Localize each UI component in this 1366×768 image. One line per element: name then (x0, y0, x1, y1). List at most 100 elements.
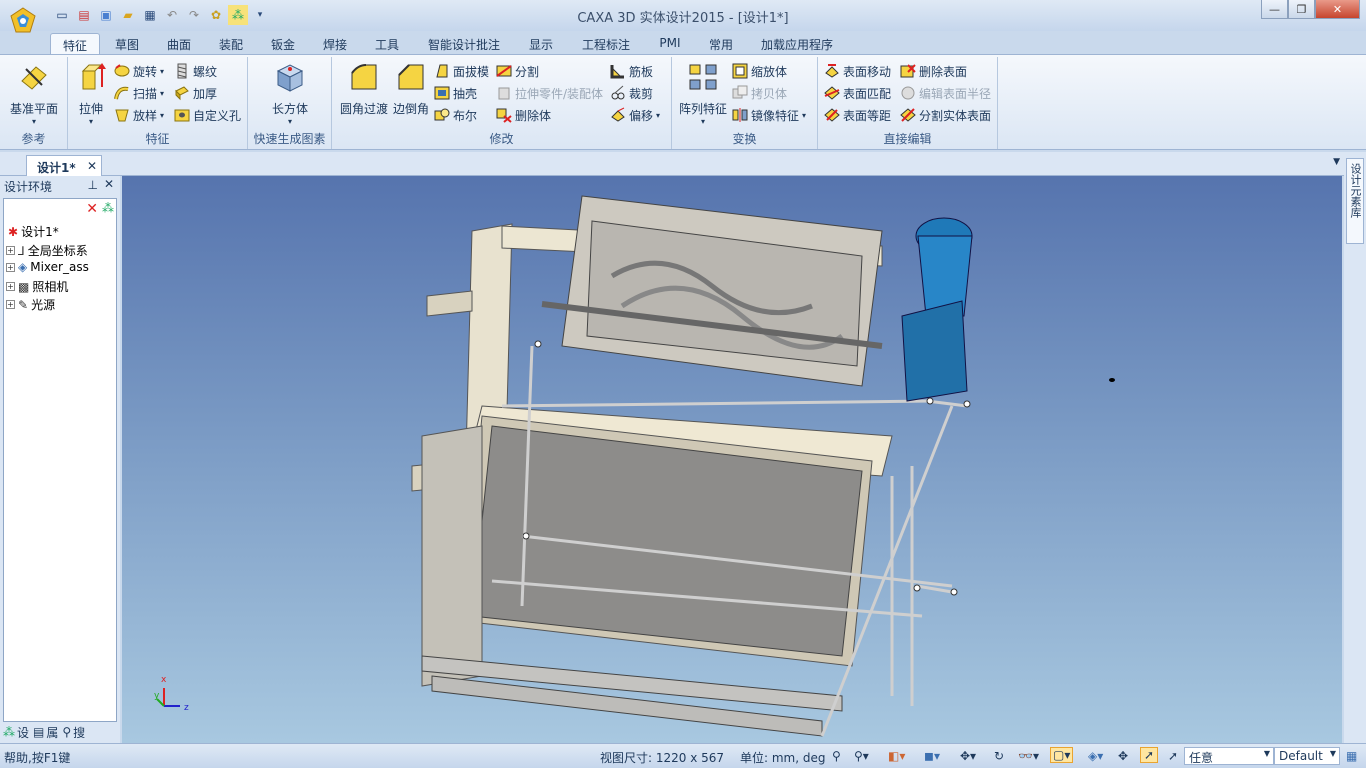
display-style-icon[interactable]: ▢▾ (1050, 747, 1074, 763)
rib-button[interactable]: 筋板 (610, 61, 653, 81)
extrude-button[interactable]: 拉伸 ▾ (72, 61, 110, 126)
tab-surface[interactable]: 曲面 (158, 33, 200, 55)
close-button[interactable]: ✕ (1315, 0, 1360, 19)
expand-icon[interactable]: + (6, 300, 15, 309)
revolve-button[interactable]: 旋转 ▾ (114, 61, 164, 81)
tree-node-camera[interactable]: + ▩ 照相机 (6, 278, 68, 295)
tree-node-mixer-ass[interactable]: + ◈ Mixer_ass (6, 260, 89, 274)
window-title: CAXA 3D 实体设计2015 - [设计1*] (577, 11, 789, 26)
box-button[interactable]: 长方体 ▾ (262, 61, 318, 126)
expand-icon[interactable]: + (6, 246, 15, 255)
tab-engineering-annotation[interactable]: 工程标注 (574, 33, 638, 55)
panel-tab-properties[interactable]: ▤ 属 (33, 723, 58, 741)
draft-face-button[interactable]: 面拔模 (434, 61, 489, 81)
extrude-part-assembly-button[interactable]: 拉伸零件/装配体 (496, 83, 603, 103)
panel-tab-search[interactable]: ⚲ 搜 (62, 723, 85, 741)
view-size-text: 视图尺寸: 1220 x 567 (600, 751, 725, 765)
tab-tools[interactable]: 工具 (366, 33, 408, 55)
face-move-button[interactable]: 表面移动 (824, 61, 891, 81)
group-modify: 圆角过渡 边倒角 面拔模 抽壳 布尔 分割 拉伸零件/装配体 删除体 筋板 裁剪… (332, 57, 672, 149)
render-style-select[interactable]: Default ▼ (1274, 747, 1340, 765)
close-tab-icon[interactable]: ✕ (87, 159, 97, 173)
orbit-icon[interactable]: ✥▾ (960, 749, 976, 763)
panel-close-icon[interactable]: ✕ (104, 177, 114, 191)
tree-node-global-coords[interactable]: + ⅃ 全局坐标系 (6, 242, 88, 259)
layers-icon[interactable]: ◈▾ (1088, 749, 1103, 763)
tab-common[interactable]: 常用 (700, 33, 742, 55)
ribbon: 基准平面 ▾ 参考 拉伸 ▾ 旋转 ▾ 扫描 ▾ 放样 ▾ 螺纹 加厚 自定义孔 特征… (0, 54, 1366, 150)
tree-node-design1[interactable]: ✱ 设计1* (8, 223, 59, 240)
network-icon[interactable]: ▦ (1346, 749, 1357, 763)
shell-button[interactable]: 抽壳 (434, 83, 477, 103)
tab-pmi[interactable]: PMI (652, 33, 688, 55)
delete-body-button[interactable]: 删除体 (496, 105, 551, 125)
mixer-assembly-model[interactable]: x y z (122, 176, 1342, 743)
look-icon[interactable]: 👓▾ (1018, 749, 1039, 763)
group-quick-label: 快速生成图素 (253, 132, 326, 146)
tab-smart-annotation[interactable]: 智能设计批注 (420, 33, 508, 55)
tab-assembly[interactable]: 装配 (210, 33, 252, 55)
sweep-button[interactable]: 扫描 ▾ (114, 83, 164, 103)
face-offset-button[interactable]: 表面等距 (824, 105, 891, 125)
rib-icon (610, 65, 624, 79)
selection-filter-select[interactable]: 任意 ▼ (1184, 747, 1274, 765)
pointer-icon[interactable]: ➚ (1168, 749, 1178, 763)
panel-tabs: ⁂ 设 ▤ 属 ⚲ 搜 (3, 723, 117, 741)
revolve-icon (114, 64, 130, 77)
light-icon: ✎ (18, 297, 29, 312)
tab-sheetmetal[interactable]: 钣金 (262, 33, 304, 55)
panel-tab-design[interactable]: ⁂ 设 (3, 723, 29, 741)
maximize-button[interactable]: ❐ (1288, 0, 1315, 19)
delete-face-button[interactable]: 删除表面 (900, 61, 967, 81)
cursor-mode-icon[interactable]: ✥ (1118, 749, 1128, 763)
minimize-button[interactable]: — (1261, 0, 1288, 19)
thread-button[interactable]: 螺纹 (174, 61, 217, 81)
loft-icon (115, 109, 129, 122)
trim-button[interactable]: 裁剪 (610, 83, 653, 103)
box-primitive-icon (276, 64, 304, 92)
view-cube-icon[interactable]: ◧▾ (888, 749, 905, 763)
loft-button[interactable]: 放样 ▾ (114, 105, 164, 125)
custom-hole-button[interactable]: 自定义孔 (174, 105, 241, 125)
datum-plane-button[interactable]: 基准平面 ▾ (6, 61, 62, 126)
scale-body-button[interactable]: 缩放体 (732, 61, 787, 81)
group-reference-label: 参考 (21, 132, 46, 146)
pattern-button[interactable]: 阵列特征 ▾ (676, 61, 730, 126)
3d-viewport[interactable]: x y z (122, 176, 1342, 743)
document-tab[interactable]: 设计1* ✕ (26, 155, 102, 176)
delete-icon[interactable]: ✕ (86, 201, 98, 217)
split-button[interactable]: 分割 (496, 61, 539, 81)
copy-body-button[interactable]: 拷贝体 (732, 83, 787, 103)
tab-welding[interactable]: 焊接 (314, 33, 356, 55)
design-element-library-tab[interactable]: 设计元素库 (1346, 158, 1364, 244)
tab-feature[interactable]: 特征 (50, 33, 100, 55)
shell-icon (434, 86, 450, 100)
expand-icon[interactable]: + (6, 282, 15, 291)
tab-display[interactable]: 显示 (520, 33, 562, 55)
tree-node-light[interactable]: + ✎ 光源 (6, 296, 55, 313)
fillet-button[interactable]: 圆角过渡 (336, 61, 392, 117)
tree-settings-icon[interactable]: ⁂ (102, 201, 114, 217)
zoom-icon[interactable]: ⚲ (832, 749, 841, 763)
expand-icon[interactable]: + (6, 262, 15, 272)
offset-button[interactable]: 偏移 ▾ (610, 105, 660, 125)
zoom-dropdown-icon[interactable]: ⚲▾ (854, 749, 869, 763)
split-solid-face-button[interactable]: 分割实体表面 (900, 105, 991, 125)
boolean-button[interactable]: 布尔 (434, 105, 477, 125)
render-mode-icon[interactable]: ◼▾ (924, 749, 940, 763)
chamfer-button[interactable]: 边倒角 (390, 61, 432, 117)
group-direct-edit: 表面移动 表面匹配 表面等距 删除表面 编辑表面半径 分割实体表面 直接编辑 (818, 57, 998, 149)
tab-load-apps[interactable]: 加载应用程序 (754, 33, 840, 55)
pin-icon[interactable]: ⊥ (88, 178, 98, 192)
face-match-icon (824, 86, 840, 100)
select-pointer-icon[interactable]: ➚ (1140, 747, 1159, 763)
tab-sketch[interactable]: 草图 (106, 33, 148, 55)
group-direct-label: 直接编辑 (883, 132, 932, 146)
mirror-feature-button[interactable]: 镜像特征 ▾ (732, 105, 806, 125)
tab-list-dropdown-icon[interactable]: ▼ (1333, 157, 1340, 167)
face-match-button[interactable]: 表面匹配 (824, 83, 891, 103)
thicken-button[interactable]: 加厚 (174, 83, 217, 103)
face-offset-icon (824, 108, 840, 122)
rotate-icon[interactable]: ↻ (994, 749, 1004, 763)
edit-face-radius-button[interactable]: 编辑表面半径 (900, 83, 991, 103)
